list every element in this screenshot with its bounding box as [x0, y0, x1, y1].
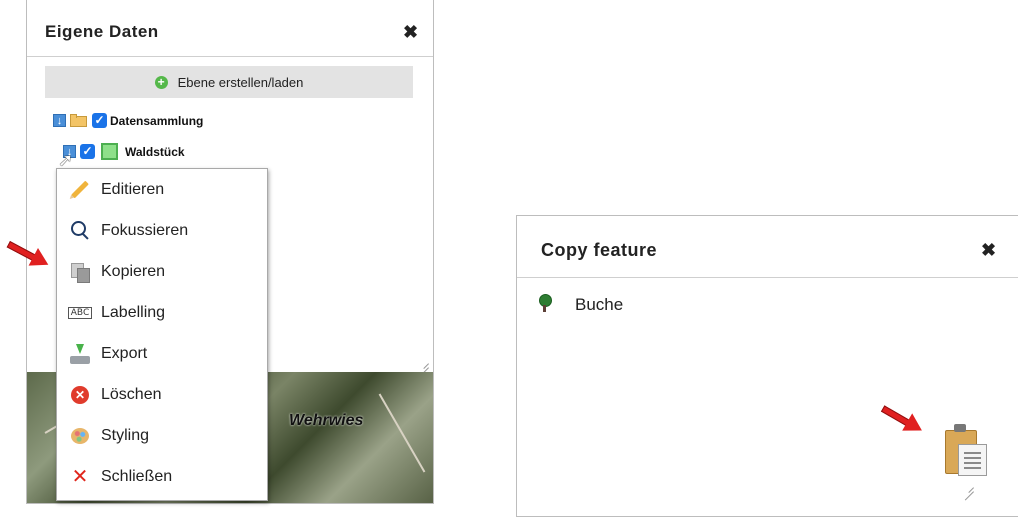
delete-icon: ✕ — [69, 384, 91, 406]
panel-title: Copy feature — [541, 240, 658, 260]
resize-grip-icon[interactable] — [417, 356, 429, 368]
magnifier-icon — [69, 220, 91, 242]
clipboard-icon[interactable] — [945, 424, 989, 476]
feature-label[interactable]: Buche — [575, 295, 623, 315]
menu-item-labelling[interactable]: ABC Labelling — [57, 292, 267, 333]
menu-item-label: Editieren — [101, 180, 165, 198]
pencil-icon — [69, 179, 91, 201]
menu-item-editieren[interactable]: Editieren — [57, 169, 267, 210]
menu-item-label: Schließen — [101, 467, 173, 485]
map-place-label: Wehrwies — [289, 412, 364, 429]
folder-checkbox[interactable]: ✓ — [92, 113, 107, 128]
close-icon[interactable]: ✖ — [981, 240, 996, 261]
menu-item-styling[interactable]: Styling — [57, 415, 267, 456]
copy-feature-panel: Copy feature ✖ Buche — [516, 215, 1018, 517]
menu-item-label: Löschen — [101, 385, 162, 403]
menu-item-label: Export — [101, 344, 148, 362]
expand-arrow-icon[interactable]: ↓ — [53, 114, 66, 127]
menu-item-export[interactable]: Export — [57, 333, 267, 374]
tree-icon — [537, 294, 552, 314]
menu-item-label: Fokussieren — [101, 221, 189, 239]
create-layer-button[interactable]: + Ebene erstellen/laden — [45, 66, 413, 98]
export-icon — [69, 343, 91, 365]
menu-item-label: Labelling — [101, 303, 166, 321]
copy-icon — [69, 261, 91, 283]
menu-item-loeschen[interactable]: ✕ Löschen — [57, 374, 267, 415]
close-icon[interactable]: ✖ — [403, 22, 418, 43]
map-road — [378, 393, 426, 473]
abc-label-icon: ABC — [67, 302, 93, 324]
close-x-icon: ✕ — [71, 465, 89, 488]
resize-grip-icon[interactable] — [962, 480, 974, 492]
layer-label: Waldstück — [125, 144, 185, 159]
menu-item-kopieren[interactable]: Kopieren — [57, 251, 267, 292]
plus-icon: + — [154, 75, 168, 89]
folder-label: Datensammlung — [110, 113, 204, 128]
panel-title: Eigene Daten — [45, 22, 159, 41]
menu-item-schliessen[interactable]: ✕ Schließen — [57, 456, 267, 497]
layer-checkbox[interactable]: ✓ — [80, 144, 95, 159]
tree-layer-row[interactable]: ↓ ✓ Waldstück — [63, 143, 185, 160]
layer-color-swatch — [101, 143, 118, 160]
menu-item-label: Styling — [101, 426, 150, 444]
menu-item-fokussieren[interactable]: Fokussieren — [57, 210, 267, 251]
folder-icon — [70, 114, 88, 127]
create-layer-label: Ebene erstellen/laden — [177, 74, 304, 90]
menu-item-label: Kopieren — [101, 262, 166, 280]
tree-folder-row[interactable]: ↓ ✓ Datensammlung — [53, 113, 203, 128]
layer-context-menu: Editieren Fokussieren Kopieren ABC Label… — [56, 168, 268, 501]
divider — [27, 56, 433, 57]
divider — [517, 277, 1018, 278]
palette-icon — [69, 425, 91, 447]
